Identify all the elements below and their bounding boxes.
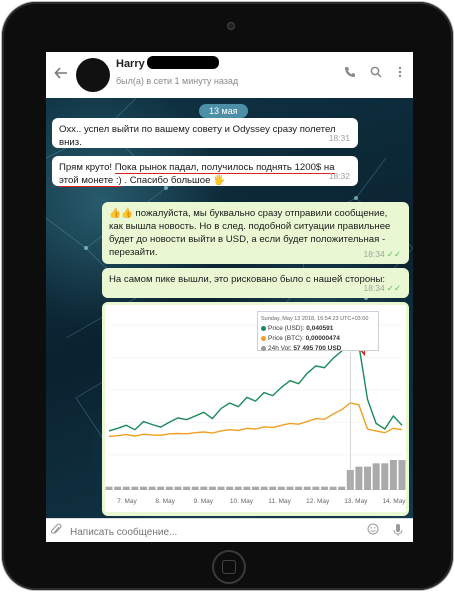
volume-bar bbox=[183, 486, 191, 490]
home-button[interactable] bbox=[212, 550, 246, 584]
volume-bar bbox=[191, 486, 199, 490]
phone-icon[interactable] bbox=[342, 66, 358, 82]
message-text: 👍👍 пожалуйста, мы буквально сразу отправ… bbox=[109, 208, 391, 258]
microphone-icon[interactable] bbox=[391, 523, 405, 537]
volume-bar bbox=[329, 486, 337, 490]
tooltip-row-usd: Price (USD): 0,040591 bbox=[261, 324, 375, 334]
tooltip-vol-label: 24h Vol: bbox=[268, 345, 292, 352]
volume-bar bbox=[217, 486, 225, 490]
read-checkmarks-icon: ✓✓ bbox=[386, 249, 401, 259]
volume-bar bbox=[372, 463, 380, 490]
tooltip-row-btc: Price (BTC): 0,00000474 bbox=[261, 334, 375, 344]
tooltip-usd-label: Price (USD): bbox=[268, 325, 305, 332]
message-time-value: 18:34 bbox=[363, 283, 385, 293]
volume-bar bbox=[312, 486, 320, 490]
telegram-screen: Harry был(а) в сети 1 минуту назад 13 ма… bbox=[46, 52, 413, 542]
tooltip-datetime: Sunday, May 13 2018, 16:54:23 UTC+03:00 bbox=[261, 316, 369, 322]
tooltip-usd-value: 0,040591 bbox=[306, 325, 334, 332]
volume-bar bbox=[364, 466, 372, 490]
camera-icon bbox=[227, 22, 235, 30]
attach-icon[interactable] bbox=[50, 523, 64, 537]
message-input-bar bbox=[46, 518, 413, 542]
volume-bar bbox=[208, 486, 216, 490]
message-incoming[interactable]: Прям круто! Пока рынок падал, получилось… bbox=[52, 156, 358, 187]
volume-bar bbox=[148, 486, 156, 490]
volume-bar bbox=[320, 486, 328, 490]
volume-bar bbox=[286, 486, 294, 490]
emoji-icon[interactable] bbox=[366, 523, 380, 537]
chat-header: Harry был(а) в сети 1 минуту назад bbox=[46, 52, 413, 99]
volume-bar bbox=[105, 486, 113, 490]
more-vertical-icon[interactable] bbox=[392, 66, 408, 82]
chat-area[interactable]: 13 мая Охх.. успел выйти по вашему совет… bbox=[46, 98, 413, 518]
x-tick-label: 9. May bbox=[194, 498, 214, 505]
back-arrow-icon[interactable] bbox=[54, 66, 70, 82]
series-line-usd bbox=[108, 340, 403, 432]
volume-bar bbox=[131, 486, 139, 490]
volume-bar bbox=[139, 486, 147, 490]
volume-bar bbox=[157, 486, 165, 490]
tooltip-vol-value: 57 495 700 USD bbox=[293, 345, 342, 352]
x-tick-label: 13. May bbox=[344, 498, 368, 505]
chart-tooltip: Sunday, May 13 2018, 16:54:23 UTC+03:00 … bbox=[257, 311, 379, 354]
message-text-pre: Прям круто! bbox=[59, 162, 115, 173]
volume-bar bbox=[389, 460, 397, 490]
series-line-btc bbox=[108, 402, 403, 438]
volume-bar bbox=[398, 460, 406, 490]
x-tick-label: 12. May bbox=[306, 498, 330, 505]
last-seen-status: был(а) в сети 1 минуту назад bbox=[116, 76, 239, 86]
message-time: 18:31 bbox=[328, 133, 350, 143]
contact-name[interactable]: Harry bbox=[116, 58, 145, 70]
tablet-frame: Harry был(а) в сети 1 минуту назад 13 ма… bbox=[2, 2, 453, 590]
volume-bar bbox=[295, 486, 303, 490]
tooltip-btc-label: Price (BTC): bbox=[268, 335, 304, 342]
volume-bar bbox=[355, 466, 363, 490]
x-tick-label: 11. May bbox=[268, 498, 291, 505]
volume-bar bbox=[165, 486, 173, 490]
volume-bar bbox=[269, 486, 277, 490]
x-tick-label: 7. May bbox=[117, 498, 137, 505]
volume-bar bbox=[200, 486, 208, 490]
avatar[interactable] bbox=[76, 58, 110, 92]
tooltip-row-vol: 24h Vol: 57 495 700 USD bbox=[261, 344, 375, 354]
message-outgoing[interactable]: На самом пике вышли, это рисковано было … bbox=[102, 268, 409, 298]
volume-bar bbox=[260, 486, 268, 490]
x-tick-label: 14. May bbox=[382, 498, 406, 505]
volume-bar bbox=[243, 486, 251, 490]
message-time: 18:32 bbox=[328, 171, 350, 181]
volume-bar bbox=[234, 486, 242, 490]
volume-bar bbox=[114, 486, 122, 490]
price-chart: 7. May 8. May 9. May 10. May 11. May 12. May 1… bbox=[105, 305, 406, 512]
volume-bar bbox=[252, 486, 259, 490]
x-tick-label: 10. May bbox=[230, 498, 254, 505]
message-text: На самом пике вышли, это рисковано было … bbox=[109, 274, 386, 285]
message-input[interactable] bbox=[68, 522, 352, 542]
date-badge: 13 мая bbox=[199, 104, 248, 118]
volume-bar bbox=[381, 463, 389, 490]
volume-bar bbox=[338, 486, 346, 490]
search-icon[interactable] bbox=[368, 66, 384, 82]
message-text: Охх.. успел выйти по вашему совету и Ody… bbox=[59, 124, 336, 148]
volume-bar bbox=[122, 486, 130, 490]
message-text-post: . Спасибо большое 🖐 bbox=[121, 175, 226, 186]
volume-bar bbox=[277, 486, 285, 490]
message-time: 18:34 ✓✓ bbox=[363, 248, 401, 261]
message-time-value: 18:34 bbox=[363, 249, 385, 259]
volume-bar bbox=[174, 486, 182, 490]
volume-bar bbox=[303, 486, 311, 490]
message-incoming[interactable]: Охх.. успел выйти по вашему совету и Ody… bbox=[52, 118, 358, 148]
message-time: 18:34 ✓✓ bbox=[363, 282, 401, 295]
message-outgoing[interactable]: 👍👍 пожалуйста, мы буквально сразу отправ… bbox=[102, 202, 409, 264]
volume-bar bbox=[226, 486, 234, 490]
image-message-chart[interactable]: 7. May 8. May 9. May 10. May 11. May 12. May 1… bbox=[102, 302, 409, 516]
tooltip-btc-value: 0,00000474 bbox=[305, 335, 340, 342]
read-checkmarks-icon: ✓✓ bbox=[386, 283, 401, 293]
redaction-mark bbox=[147, 56, 219, 69]
x-tick-label: 8. May bbox=[155, 498, 175, 505]
